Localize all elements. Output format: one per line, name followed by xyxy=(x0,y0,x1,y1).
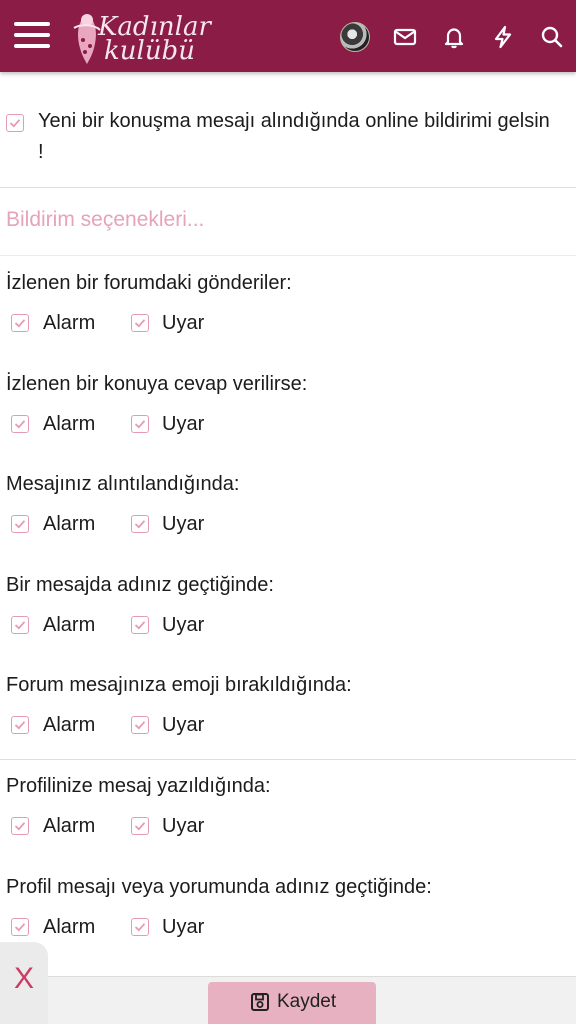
uyar-label: Uyar xyxy=(162,413,205,435)
group-label: Profil mesajı veya yorumunda adınız geçt… xyxy=(6,876,432,898)
top-header: Kadınlar kulübü xyxy=(0,0,576,72)
section-title: Bildirim seçenekleri... xyxy=(6,208,205,231)
menu-icon[interactable] xyxy=(14,22,50,52)
uyar-label: Uyar xyxy=(162,714,205,736)
avatar[interactable] xyxy=(340,22,370,52)
uyar-label: Uyar xyxy=(162,614,205,636)
bell-icon[interactable] xyxy=(441,24,467,50)
alarm-label: Alarm xyxy=(43,413,96,435)
logo-text-line2: kulübü xyxy=(104,36,195,66)
group-label: Mesajınız alıntılandığında: xyxy=(6,473,240,495)
uyar-label: Uyar xyxy=(162,815,205,837)
alarm-checkbox[interactable] xyxy=(11,314,29,332)
uyar-label: Uyar xyxy=(162,513,205,535)
alarm-checkbox[interactable] xyxy=(11,616,29,634)
envelope-icon[interactable] xyxy=(392,24,418,50)
uyar-checkbox[interactable] xyxy=(131,415,149,433)
alarm-label: Alarm xyxy=(43,916,96,938)
divider xyxy=(0,759,576,760)
group-label: İzlenen bir forumdaki gönderiler: xyxy=(6,272,292,294)
uyar-checkbox[interactable] xyxy=(131,314,149,332)
alarm-checkbox[interactable] xyxy=(11,515,29,533)
divider xyxy=(0,255,576,256)
alarm-label: Alarm xyxy=(43,614,96,636)
close-icon[interactable]: X xyxy=(14,962,34,996)
alarm-checkbox[interactable] xyxy=(11,817,29,835)
uyar-checkbox[interactable] xyxy=(131,616,149,634)
group-label: Profilinize mesaj yazıldığında: xyxy=(6,775,271,797)
group-label: Bir mesajda adınız geçtiğinde: xyxy=(6,574,274,596)
group-label: İzlenen bir konuya cevap verilirse: xyxy=(6,373,308,395)
alarm-checkbox[interactable] xyxy=(11,415,29,433)
save-button[interactable]: Kaydet xyxy=(208,982,376,1024)
site-logo[interactable]: Kadınlar kulübü xyxy=(70,8,211,66)
floppy-disk-icon xyxy=(251,993,269,1011)
uyar-checkbox[interactable] xyxy=(131,817,149,835)
uyar-checkbox[interactable] xyxy=(131,515,149,533)
alarm-label: Alarm xyxy=(43,312,96,334)
uyar-checkbox[interactable] xyxy=(131,716,149,734)
online-notification-label: Yeni bir konuşma mesajı alındığında onli… xyxy=(38,110,550,163)
group-label: Forum mesajınıza emoji bırakıldığında: xyxy=(6,674,352,696)
search-icon[interactable] xyxy=(539,24,565,50)
alarm-label: Alarm xyxy=(43,513,96,535)
alarm-label: Alarm xyxy=(43,815,96,837)
bolt-icon[interactable] xyxy=(490,24,516,50)
save-button-label: Kaydet xyxy=(277,991,337,1012)
uyar-label: Uyar xyxy=(162,312,205,334)
alarm-checkbox[interactable] xyxy=(11,918,29,936)
alarm-checkbox[interactable] xyxy=(11,716,29,734)
alarm-label: Alarm xyxy=(43,714,96,736)
close-tab[interactable]: X xyxy=(0,942,48,1024)
divider xyxy=(0,187,576,188)
uyar-checkbox[interactable] xyxy=(131,918,149,936)
uyar-label: Uyar xyxy=(162,916,205,938)
online-notification-checkbox[interactable] xyxy=(6,114,24,132)
